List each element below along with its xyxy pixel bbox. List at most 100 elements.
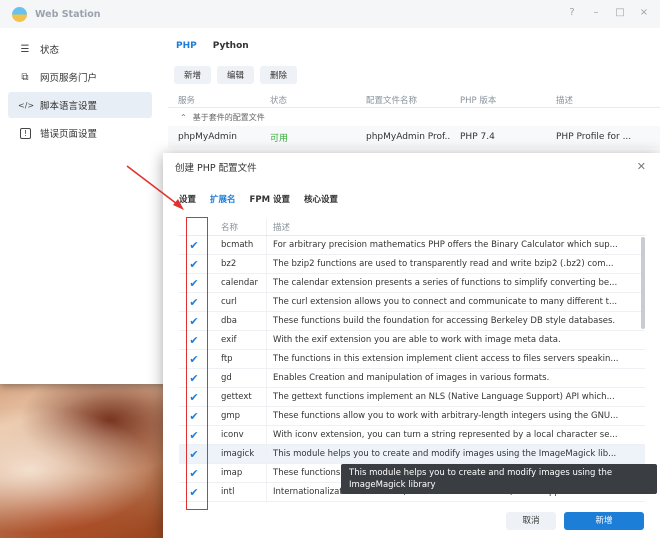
sidebar-item-label: 错误页面设置 xyxy=(40,129,98,140)
tab-settings[interactable]: 设置 xyxy=(179,193,196,205)
extension-description: These functions allow you to work with a… xyxy=(273,411,619,421)
extension-name: gmp xyxy=(209,407,267,425)
sidebar-item-status[interactable]: ☰ 状态 xyxy=(8,36,152,62)
minimize-icon[interactable]: – xyxy=(590,7,602,18)
extension-description: The curl extension allows you to connect… xyxy=(273,297,618,307)
extension-name: gd xyxy=(209,369,267,387)
table-row[interactable]: ✔ gd Enables Creation and manipulation of … xyxy=(179,369,645,388)
extension-name: gettext xyxy=(209,388,267,406)
extension-name: curl xyxy=(209,293,267,311)
extension-name: calendar xyxy=(209,274,267,292)
tab-core-settings[interactable]: 核心设置 xyxy=(304,193,338,205)
row-service: phpMyAdmin xyxy=(178,132,237,142)
table-row[interactable]: ✔ gmp These functions allow you to work wi… xyxy=(179,407,645,426)
title-bar: Web Station ? – □ × xyxy=(0,0,660,28)
extension-description: Enables Creation and manipulation of ima… xyxy=(273,373,550,383)
profile-list-header: 服务 状态 配置文件名称 PHP 版本 描述 xyxy=(168,92,660,108)
extension-description: This module helps you to create and modi… xyxy=(273,449,617,459)
dialog-title: 创建 PHP 配置文件 xyxy=(175,163,257,174)
scrollbar[interactable] xyxy=(641,237,645,329)
extensions-table: 名称 描述 ✔ bcmath For arbitrary precision mat… xyxy=(179,219,645,502)
chevron-up-icon: ⌃ xyxy=(180,112,187,122)
table-row[interactable]: ✔ dba These functions build the foundation… xyxy=(179,312,645,331)
table-row[interactable]: ✔ gettext The gettext functions implement … xyxy=(179,388,645,407)
code-icon: </> xyxy=(18,100,35,110)
extension-description: The gettext functions implement an NLS (… xyxy=(273,392,615,402)
column-description[interactable]: 描述 xyxy=(267,221,645,233)
dialog-tabs: 设置 扩展名 FPM 设置 核心设置 xyxy=(163,191,660,207)
error-page-icon: ! xyxy=(20,127,31,139)
extension-description: With iconv extension, you can turn a str… xyxy=(273,430,618,440)
edit-button[interactable]: 编辑 xyxy=(217,66,255,84)
column-profile-name[interactable]: 配置文件名称 xyxy=(356,94,450,106)
extensions-rows: ✔ bcmath For arbitrary precision mathemati… xyxy=(179,236,645,502)
extension-description: The bzip2 functions are used to transpar… xyxy=(273,259,614,269)
tooltip: This module helps you to create and modi… xyxy=(341,464,657,494)
row-php-version: PHP 7.4 xyxy=(460,132,495,142)
table-row[interactable]: ✔ exif With the exif extension you are abl… xyxy=(179,331,645,350)
extension-description: The functions in this extension implemen… xyxy=(273,354,619,364)
table-row[interactable]: ✔ ftp The functions in this extension impl… xyxy=(179,350,645,369)
table-row[interactable]: ✔ bcmath For arbitrary precision mathemati… xyxy=(179,236,645,255)
sidebar-item-label: 状态 xyxy=(40,45,60,56)
close-icon[interactable]: × xyxy=(638,7,650,18)
row-profile-name: phpMyAdmin Prof... xyxy=(366,132,450,142)
extension-name: bz2 xyxy=(209,255,267,273)
language-tabs: PHP Python xyxy=(168,36,660,56)
sidebar-item-script-language[interactable]: </> 脚本语言设置 xyxy=(8,92,152,118)
window-title: Web Station xyxy=(35,8,101,20)
list-icon: ☰ xyxy=(20,43,30,55)
extensions-table-header: 名称 描述 xyxy=(179,219,645,236)
extension-name: dba xyxy=(209,312,267,330)
close-icon[interactable]: ✕ xyxy=(637,160,646,173)
table-row[interactable]: ✔ imagick This module helps you to create … xyxy=(179,445,645,464)
extension-name: bcmath xyxy=(209,236,267,254)
extension-name: ftp xyxy=(209,350,267,368)
extension-description: With the exif extension you are able to … xyxy=(273,335,561,345)
tab-python[interactable]: Python xyxy=(213,41,249,51)
extension-name: iconv xyxy=(209,426,267,444)
table-row[interactable]: ✔ iconv With iconv extension, you can turn… xyxy=(179,426,645,445)
extension-description: These functions build the foundation for… xyxy=(273,316,616,326)
column-service[interactable]: 服务 xyxy=(168,94,260,106)
group-header[interactable]: ⌃ 基于套件的配置文件 xyxy=(168,108,660,126)
table-row[interactable]: ✔ calendar The calendar extension presents… xyxy=(179,274,645,293)
tab-fpm-settings[interactable]: FPM 设置 xyxy=(250,193,290,205)
maximize-icon[interactable]: □ xyxy=(614,7,626,18)
extension-name: exif xyxy=(209,331,267,349)
tab-extensions[interactable]: 扩展名 xyxy=(210,193,236,205)
delete-button[interactable]: 删除 xyxy=(260,66,298,84)
table-row[interactable]: ✔ curl The curl extension allows you to co… xyxy=(179,293,645,312)
add-button[interactable]: 新增 xyxy=(174,66,212,84)
extension-name: imap xyxy=(209,464,267,482)
sidebar-item-web-portal[interactable]: ⧉ 网页服务门户 xyxy=(8,64,152,90)
group-label: 基于套件的配置文件 xyxy=(192,112,265,122)
extension-description: The calendar extension presents a series… xyxy=(273,278,618,288)
sidebar-item-label: 网页服务门户 xyxy=(40,73,98,84)
window-controls: ? – □ × xyxy=(566,7,650,18)
tab-php[interactable]: PHP xyxy=(176,41,197,51)
help-icon[interactable]: ? xyxy=(566,7,578,18)
web-station-app-icon xyxy=(12,6,27,22)
extension-name: intl xyxy=(209,483,267,501)
row-description: PHP Profile for ... xyxy=(556,132,632,142)
main-content: PHP Python 新增 编辑 删除 服务 状态 配置文件名称 PHP 版本 … xyxy=(168,36,660,148)
toolbar: 新增 编辑 删除 xyxy=(168,66,660,84)
column-status[interactable]: 状态 xyxy=(260,94,356,106)
row-status: 可用 xyxy=(270,133,289,144)
annotation-highlight-box xyxy=(186,217,208,510)
sidebar-item-error-page[interactable]: ! 错误页面设置 xyxy=(8,120,152,146)
table-row[interactable]: phpMyAdmin 可用 phpMyAdmin Prof... PHP 7.4… xyxy=(168,126,660,148)
column-description[interactable]: 描述 xyxy=(546,94,573,106)
dialog-footer: 取消 新增 xyxy=(506,512,644,530)
portal-icon: ⧉ xyxy=(21,71,29,83)
confirm-add-button[interactable]: 新增 xyxy=(564,512,644,530)
sidebar-item-label: 脚本语言设置 xyxy=(40,101,98,112)
column-php-version[interactable]: PHP 版本 xyxy=(450,94,546,106)
column-name[interactable]: 名称 xyxy=(209,219,267,235)
sidebar: ☰ 状态 ⧉ 网页服务门户 </> 脚本语言设置 ! 错误页面设置 xyxy=(0,36,160,148)
cancel-button[interactable]: 取消 xyxy=(506,512,556,530)
extension-description: For arbitrary precision mathematics PHP … xyxy=(273,240,618,250)
extension-name: imagick xyxy=(209,445,267,463)
table-row[interactable]: ✔ bz2 The bzip2 functions are used to tran… xyxy=(179,255,645,274)
